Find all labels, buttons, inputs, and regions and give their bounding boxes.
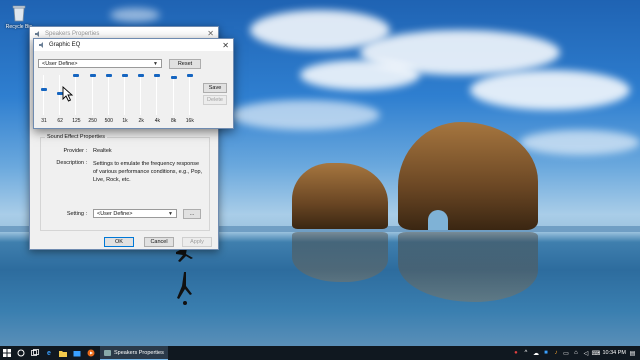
eq-slider-track[interactable] (91, 75, 93, 115)
chevron-down-icon: ▼ (153, 60, 158, 67)
clock[interactable]: 10:34 PM (602, 350, 626, 356)
apply-button[interactable]: Apply (182, 237, 212, 247)
graphic-eq-titlebar[interactable]: Graphic EQ ✕ (34, 39, 233, 51)
rock-formation (292, 163, 388, 229)
mouse-cursor-icon (62, 86, 74, 102)
recycle-bin-icon (12, 5, 26, 22)
eq-slider-track[interactable] (124, 75, 125, 115)
store-icon[interactable] (70, 346, 84, 360)
setting-dropdown-value: <User Define> (97, 210, 133, 217)
group-title: Sound Effect Properties (45, 134, 107, 140)
chevron-down-icon: ▼ (168, 210, 173, 217)
eq-slider-track[interactable] (75, 75, 77, 115)
taskbar: e Speakers Properties ● ^ ☁ ■ ♪ ▭ ⌂ ◁ ⌨ … (0, 346, 640, 360)
speaker-icon (104, 349, 111, 356)
system-tray: ● ^ ☁ ■ ♪ ▭ ⌂ ◁ ⌨ 10:34 PM ▤ (512, 350, 640, 357)
eq-preset-value: <User Define> (42, 60, 78, 67)
eq-slider-track[interactable] (172, 75, 174, 115)
store-tray-icon[interactable]: ■ (542, 350, 549, 357)
ok-button[interactable]: OK (104, 237, 134, 247)
eq-slider-thumb[interactable] (138, 74, 145, 77)
eq-slider-track[interactable] (59, 75, 61, 115)
windows-start-icon[interactable] (0, 346, 14, 360)
task-view-icon[interactable] (28, 346, 42, 360)
cancel-button[interactable]: Cancel (144, 237, 174, 247)
chevron-up-icon[interactable]: ^ (522, 350, 529, 357)
eq-band-2k: 2k (134, 71, 148, 127)
setting-more-button[interactable]: ... (183, 209, 201, 219)
eq-slider-thumb[interactable] (186, 74, 193, 77)
graphic-eq-title: Graphic EQ (49, 42, 81, 48)
eq-slider-track[interactable] (43, 75, 44, 115)
eq-band-8k: 8k (167, 71, 181, 127)
volume-icon[interactable]: ◁ (582, 350, 589, 357)
close-icon[interactable]: ✕ (207, 29, 214, 38)
close-icon[interactable]: ✕ (222, 41, 229, 50)
eq-slider-thumb[interactable] (170, 76, 177, 79)
runner-reflection (177, 272, 192, 305)
eq-band-1k: 1k (118, 71, 132, 127)
eq-slider-track[interactable] (156, 75, 158, 115)
tray-people-icon[interactable]: ● (512, 350, 519, 357)
eq-slider-track[interactable] (188, 75, 190, 115)
eq-slider-thumb[interactable] (105, 74, 112, 77)
eq-band-500: 500 (102, 71, 116, 127)
eq-slider-thumb[interactable] (154, 74, 161, 77)
provider-value: Realtek (93, 148, 112, 154)
taskbar-app-speakers-properties[interactable]: Speakers Properties (100, 346, 168, 360)
eq-slider-thumb[interactable] (41, 88, 47, 91)
eq-band-16k: 16k (183, 71, 197, 127)
setting-label: Setting : (66, 211, 87, 217)
eq-band-4k: 4k (150, 71, 164, 127)
eq-band-label: 16k (185, 118, 194, 124)
edge-icon[interactable]: e (42, 346, 56, 360)
action-center-icon[interactable]: ▤ (629, 350, 636, 357)
eq-slider-thumb[interactable] (89, 74, 96, 77)
eq-save-button[interactable]: Save (203, 83, 227, 93)
eq-band-250: 250 (86, 71, 100, 127)
description-label: Description : (56, 160, 87, 166)
rock-arch-formation (398, 122, 538, 230)
battery-icon[interactable]: ▭ (562, 350, 569, 357)
file-explorer-icon[interactable] (56, 346, 70, 360)
speaker-icon (39, 42, 43, 48)
setting-dropdown[interactable]: <User Define> ▼ (93, 209, 177, 218)
search-icon[interactable] (14, 346, 28, 360)
eq-slider-thumb[interactable] (73, 74, 80, 77)
speaker-icon (35, 30, 39, 37)
onedrive-icon[interactable]: ☁ (532, 350, 539, 357)
keyboard-icon[interactable]: ⌨ (592, 350, 601, 357)
eq-slider-track[interactable] (140, 75, 142, 115)
provider-label: Provider : (63, 148, 87, 154)
speakers-properties-title: Speakers Properties (45, 30, 100, 37)
graphic-eq-window[interactable]: Graphic EQ ✕ <User Define> ▼ Reset Save … (33, 38, 234, 129)
network-icon[interactable]: ⌂ (572, 350, 579, 357)
eq-band-31: 31 (37, 71, 51, 127)
sound-effect-properties-group: Sound Effect Properties Provider : Realt… (40, 134, 210, 231)
realtek-icon[interactable]: ♪ (552, 350, 559, 357)
eq-reset-button[interactable]: Reset (169, 59, 201, 69)
eq-delete-button[interactable]: Delete (203, 95, 227, 105)
eq-slider-track[interactable] (107, 75, 109, 115)
description-value: Settings to emulate the frequency respon… (93, 161, 203, 183)
eq-preset-dropdown[interactable]: <User Define> ▼ (38, 59, 162, 68)
eq-band-sliders: 31 62 125 250 500 1k 2k 4k 8k 16k (34, 71, 200, 127)
taskbar-app-label: Speakers Properties (114, 349, 164, 356)
media-player-icon[interactable] (84, 346, 98, 360)
eq-slider-thumb[interactable] (122, 74, 128, 77)
